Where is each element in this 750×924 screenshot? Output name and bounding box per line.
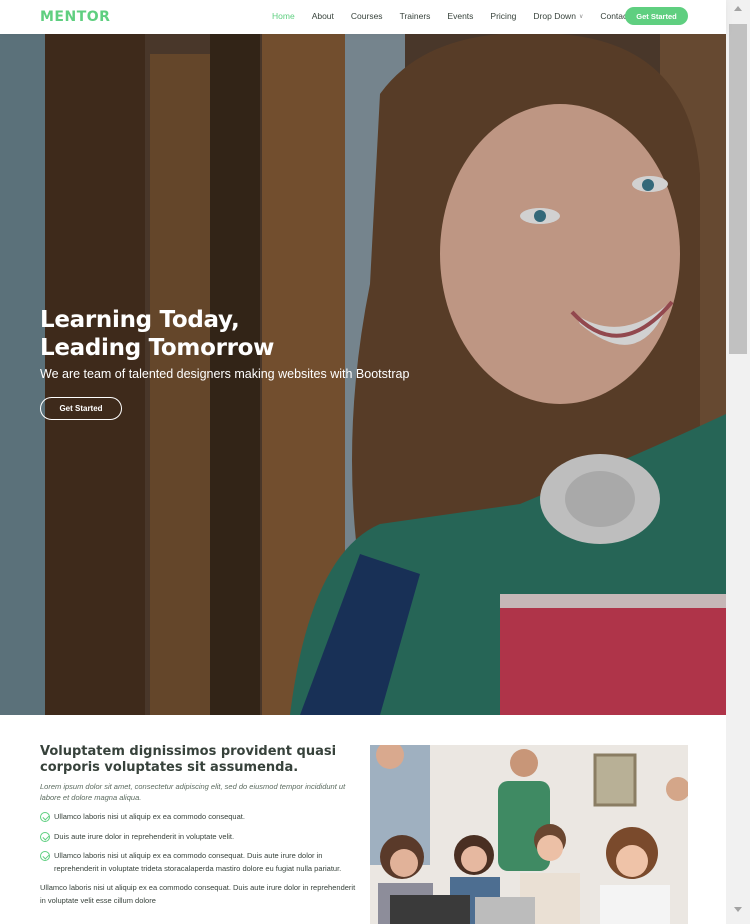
about-content: Voluptatem dignissimos provident quasi c… (40, 744, 362, 907)
nav-pricing[interactable]: Pricing (490, 11, 516, 21)
hero-title-line-2: Leading Tomorrow (40, 335, 275, 361)
nav-about[interactable]: About (312, 11, 334, 21)
nav-courses[interactable]: Courses (351, 11, 383, 21)
scroll-up-arrow-icon[interactable] (734, 6, 742, 11)
nav-dropdown-label: Drop Down (533, 11, 576, 21)
hero-title: Learning Today, Leading Tomorrow (40, 306, 274, 362)
hero-subtitle: We are team of talented designers making… (40, 367, 410, 381)
nav-dropdown[interactable]: Drop Down ∨ (533, 11, 583, 21)
check-circle-icon (40, 831, 50, 842)
scrollbar-thumb[interactable] (729, 24, 747, 354)
get-started-button[interactable]: Get Started (625, 7, 688, 25)
hero-section: Learning Today, Leading Tomorrow We are … (0, 34, 726, 715)
nav-home[interactable]: Home (272, 11, 295, 21)
about-paragraph: Ullamco laboris nisi ut aliquip ex ea co… (40, 883, 356, 905)
site-header: MENTOR Home About Courses Trainers Event… (0, 0, 726, 34)
nav-events[interactable]: Events (447, 11, 473, 21)
about-title: Voluptatem dignissimos provident quasi c… (40, 744, 337, 775)
check-circle-icon (40, 851, 50, 861)
chevron-down-icon: ∨ (578, 13, 584, 20)
team-photo (370, 745, 688, 924)
about-intro: Lorem ipsum dolor sit amet, consectetur … (40, 782, 346, 802)
list-item: Duis aute irure dolor in reprehenderit i… (40, 831, 362, 844)
logo[interactable]: MENTOR (40, 9, 110, 25)
scroll-down-arrow-icon[interactable] (734, 907, 742, 912)
list-item: Ullamco laboris nisi ut aliquip ex ea co… (40, 850, 362, 875)
list-item-text: Ullamco laboris nisi ut aliquip ex ea co… (54, 812, 245, 821)
list-item-text: Duis aute irure dolor in reprehenderit i… (54, 831, 235, 841)
main-nav: Home About Courses Trainers Events Prici… (272, 11, 647, 21)
nav-trainers[interactable]: Trainers (400, 11, 431, 21)
check-circle-icon (40, 812, 50, 822)
about-list: Ullamco laboris nisi ut aliquip ex ea co… (40, 811, 362, 875)
list-item: Ullamco laboris nisi ut aliquip ex ea co… (40, 811, 362, 824)
hero-title-line-1: Learning Today, (40, 307, 240, 333)
hero-get-started-button[interactable]: Get Started (40, 397, 122, 420)
about-image (370, 745, 688, 924)
scrollbar[interactable] (726, 0, 750, 924)
list-item-text: Ullamco laboris nisi ut aliquip ex ea co… (54, 851, 342, 873)
